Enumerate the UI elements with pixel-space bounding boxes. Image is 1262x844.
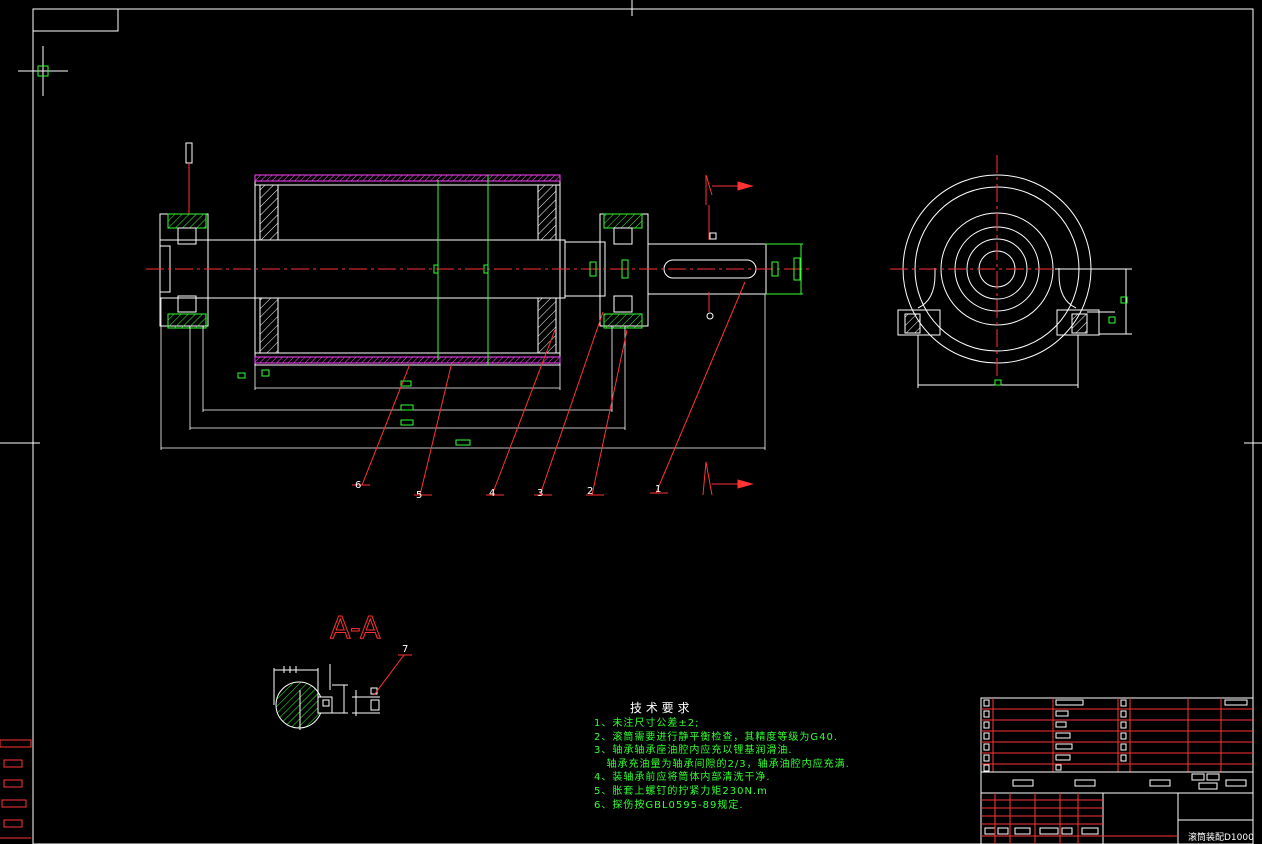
tech-req-title: 技 术 要 求: [630, 701, 689, 715]
left-edge-markers: [0, 739, 32, 839]
drawing-name: 滚筒装配D1000: [1188, 831, 1254, 843]
hub-plate-right-bottom: [537, 297, 557, 354]
technical-requirements: 技 术 要 求 1、未注尺寸公差±2; 2、滚筒需要进行静平衡检查，其精度等级为…: [594, 701, 850, 811]
section-title: A-A: [330, 611, 381, 646]
grease-nipple-icon: [185, 142, 193, 214]
crosshair-cursor-icon: [18, 46, 68, 96]
callout-3: 3: [537, 488, 543, 499]
bearing-housing-right: [599, 213, 649, 329]
callout-5: 5: [416, 490, 422, 501]
callout-4: 4: [489, 488, 495, 499]
callout-6: 6: [355, 480, 361, 491]
section-view-aa: A-A 7: [273, 611, 412, 730]
callout-7: 7: [402, 644, 408, 655]
tech-req-line-5: 4、装轴承前应将筒体内部清洗干净.: [594, 770, 771, 783]
callout-2: 2: [587, 486, 593, 497]
title-block: 滚筒装配D1000: [980, 697, 1254, 844]
tech-req-line-3: 3、轴承轴承座油腔内应充以锂基润滑油.: [594, 743, 793, 756]
drum-assembly-view: 1 2 3 4 5 6: [146, 142, 810, 501]
hub-plate-left-bottom: [259, 297, 279, 354]
tech-req-line-7: 6、探伤按GBL0595-89规定.: [594, 798, 744, 811]
part-callouts: 1 2 3 4 5 6: [355, 480, 661, 501]
dimension-lines: [160, 294, 766, 450]
drum-side-view: [890, 155, 1132, 388]
callout-1: 1: [655, 484, 661, 495]
cad-drawing-canvas[interactable]: 1 2 3 4 5 6 A-A 7 技 术 要 求 1、未注尺寸公差±2; 2、…: [0, 0, 1262, 844]
tech-req-line-6: 5、胀套上螺钉的拧紧力矩230N.m: [594, 784, 768, 797]
section-cut-marker-top: [705, 174, 754, 240]
hub-plate-right-top: [537, 184, 557, 241]
tech-req-line-1: 1、未注尺寸公差±2;: [594, 716, 699, 729]
bearing-housing-left: [159, 213, 209, 329]
hub-plate-left-top: [259, 184, 279, 241]
tech-req-line-4: 轴承充油量为轴承间隙的2/3，轴承油腔内应充满.: [594, 757, 850, 770]
drum-shell: [254, 174, 561, 366]
section-cut-marker-bottom: [702, 461, 754, 496]
shell-lagging-top: [254, 174, 561, 182]
tech-req-line-2: 2、滚筒需要进行静平衡检查，其精度等级为G40.: [594, 730, 838, 743]
shell-lagging-bottom: [254, 356, 561, 364]
